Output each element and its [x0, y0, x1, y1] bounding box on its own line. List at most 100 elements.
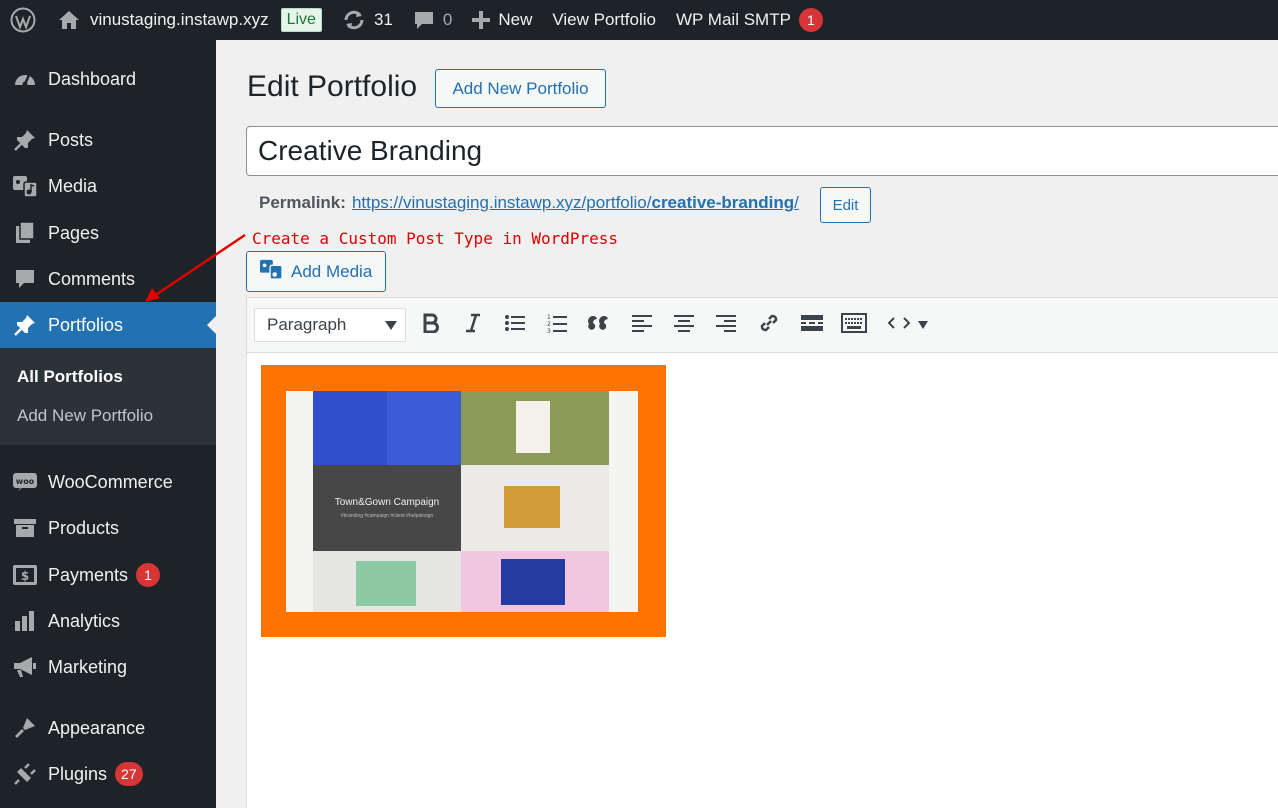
permalink-row: Permalink: https://vinustaging.instawp.x… — [259, 193, 799, 213]
megaphone-icon — [12, 654, 38, 680]
sidebar-item-marketing[interactable]: Marketing — [0, 644, 216, 690]
svg-text:woo: woo — [16, 477, 35, 486]
woo-icon: woo — [12, 469, 38, 495]
sidebar-item-posts[interactable]: Posts — [0, 117, 216, 163]
sidebar-item-plugins[interactable]: Plugins 27 — [0, 751, 216, 797]
numbered-list-button[interactable]: 123 — [542, 311, 572, 339]
portfolios-submenu: All Portfolios Add New Portfolio — [0, 348, 216, 445]
annotation-arrow — [145, 233, 246, 302]
smtp-label: WP Mail SMTP — [676, 10, 791, 29]
tile-bag — [516, 401, 550, 453]
svg-text:3: 3 — [547, 328, 551, 333]
align-center-icon — [674, 314, 694, 337]
align-right-icon — [716, 314, 736, 337]
sidebar-item-label: Comments — [48, 268, 136, 289]
format-select[interactable]: Paragraph — [254, 308, 406, 342]
sidebar-item-label: Appearance — [48, 717, 146, 738]
submenu-add-new-portfolio[interactable]: Add New Portfolio — [17, 406, 153, 426]
permalink-slug: creative-branding — [651, 193, 795, 212]
bold-icon — [422, 313, 440, 338]
updates-count: 31 — [373, 10, 393, 29]
toolbar-toggle-button[interactable] — [839, 311, 869, 339]
svg-text:$: $ — [21, 569, 29, 583]
dollar-icon: $ — [12, 562, 38, 588]
numbered-list-icon: 123 — [547, 313, 567, 338]
tile-blue-2 — [387, 391, 461, 465]
sidebar-item-dashboard[interactable]: Dashboard — [0, 56, 216, 102]
brush-icon — [12, 715, 38, 741]
plug-icon — [12, 761, 38, 787]
site-name: vinustaging.instawp.xyz — [90, 10, 269, 29]
image-subcaption: #branding #campaign #client #helpdesign — [340, 513, 434, 519]
editor-toolbar: Paragraph 123 — [247, 298, 1278, 353]
svg-text:1: 1 — [547, 314, 551, 321]
smtp-notification-badge: 1 — [798, 8, 823, 32]
sidebar-item-media[interactable]: Media — [0, 163, 216, 209]
add-media-button[interactable]: Add Media — [246, 251, 386, 292]
site-name-link[interactable]: vinustaging.instawp.xyz Live — [46, 0, 332, 40]
admin-sidebar: Dashboard Posts Media Pages Comments Por… — [0, 40, 216, 808]
tile-folded-shape — [356, 561, 416, 606]
chevron-down-icon — [918, 316, 928, 334]
permalink-base: https://vinustaging.instawp.xyz/portfoli… — [351, 193, 652, 212]
tile-house-body — [504, 486, 560, 528]
bold-button[interactable] — [416, 311, 446, 339]
insert-link-button[interactable] — [754, 311, 784, 339]
format-value: Paragraph — [267, 315, 347, 334]
comments-link[interactable]: 0 — [403, 0, 462, 40]
sidebar-item-woocommerce[interactable]: woo WooCommerce — [0, 459, 216, 505]
italic-icon — [465, 313, 481, 338]
code-dropdown-button[interactable] — [883, 311, 933, 339]
sidebar-item-label: Analytics — [48, 610, 121, 631]
comment-icon — [414, 12, 433, 29]
sidebar-item-payments[interactable]: $ Payments 1 — [0, 552, 216, 598]
sidebar-item-label: Posts — [48, 129, 94, 150]
payments-count-badge: 1 — [136, 563, 161, 587]
updates-link[interactable]: 31 — [332, 0, 403, 40]
pages-icon — [12, 220, 38, 246]
blockquote-button[interactable] — [584, 311, 614, 339]
pin-icon — [12, 127, 38, 153]
align-center-button[interactable] — [669, 311, 699, 339]
media-icon — [12, 173, 38, 199]
bulleted-list-button[interactable] — [500, 311, 530, 339]
comments-count: 0 — [442, 10, 453, 29]
wp-mail-smtp-link[interactable]: WP Mail SMTP 1 — [666, 0, 833, 40]
refresh-icon — [344, 10, 364, 30]
italic-button[interactable] — [458, 311, 488, 339]
sidebar-item-analytics[interactable]: Analytics — [0, 598, 216, 644]
sidebar-item-products[interactable]: Products — [0, 505, 216, 551]
sidebar-item-appearance[interactable]: Appearance — [0, 705, 216, 751]
new-content-link[interactable]: New — [462, 0, 542, 40]
media-icon — [259, 258, 283, 285]
comment-icon — [12, 266, 38, 292]
sidebar-item-label: Dashboard — [48, 68, 137, 89]
portfolio-image[interactable]: Town&Gown Campaign #branding #campaign #… — [261, 365, 666, 637]
post-title-input[interactable]: Creative Branding — [246, 126, 1278, 176]
add-media-label: Add Media — [291, 261, 373, 281]
quote-icon — [588, 315, 610, 336]
view-portfolio-link[interactable]: View Portfolio — [542, 0, 666, 40]
tile-campaign: Town&Gown Campaign #branding #campaign #… — [313, 465, 461, 551]
align-right-button[interactable] — [711, 311, 741, 339]
permalink-trailing: / — [794, 193, 799, 212]
align-left-icon — [632, 314, 652, 337]
submenu-all-portfolios[interactable]: All Portfolios — [17, 367, 123, 387]
permalink-link[interactable]: https://vinustaging.instawp.xyz/portfoli… — [352, 193, 799, 213]
admin-bar: vinustaging.instawp.xyz Live 31 0 New Vi… — [0, 0, 1278, 40]
sidebar-item-portfolios[interactable]: Portfolios — [0, 302, 216, 348]
edit-permalink-button[interactable]: Edit — [820, 187, 871, 223]
sidebar-item-label: Products — [48, 517, 120, 538]
chevron-down-icon — [385, 321, 397, 330]
portfolio-mockup: Town&Gown Campaign #branding #campaign #… — [286, 391, 638, 612]
code-icon — [887, 316, 911, 335]
read-more-button[interactable] — [797, 311, 827, 339]
sidebar-item-label: WooCommerce — [48, 471, 173, 492]
page-title: Edit Portfolio — [247, 70, 418, 103]
read-more-icon — [801, 314, 823, 337]
align-left-button[interactable] — [627, 311, 657, 339]
wordpress-logo-icon[interactable] — [0, 0, 46, 40]
sidebar-item-label: Marketing — [48, 656, 128, 677]
sidebar-item-label: Media — [48, 175, 98, 196]
add-new-portfolio-button[interactable]: Add New Portfolio — [435, 69, 606, 108]
